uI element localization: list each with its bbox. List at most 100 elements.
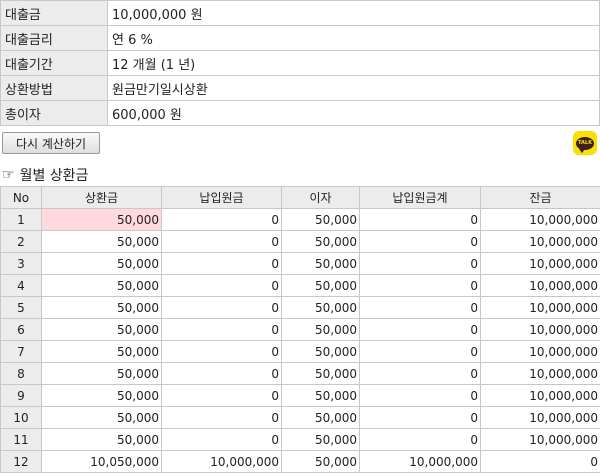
recalculate-button[interactable]: 다시 계산하기 [2,132,100,154]
balance-cell: 10,000,000 [480,230,600,253]
principal-paid-cell: 0 [161,274,282,297]
summary-row: 상환방법 원금만기일시상환 [0,75,600,101]
interest-cell: 50,000 [281,362,360,385]
payment-amount-cell: 50,000 [41,362,162,385]
row-number-cell: 8 [0,362,42,385]
principal-paid-cell: 0 [161,340,282,363]
table-row: 4 50,000 0 50,000 0 10,000,000 [0,274,600,297]
balance-cell: 10,000,000 [480,252,600,275]
balance-cell: 10,000,000 [480,406,600,429]
principal-total-cell: 0 [359,318,481,341]
principal-total-cell: 0 [359,428,481,451]
principal-paid-cell: 0 [161,428,282,451]
principal-total-cell: 0 [359,362,481,385]
summary-value: 600,000 원 [107,100,600,126]
pointing-hand-icon: ☞ [2,167,15,183]
payment-amount-cell: 50,000 [41,406,162,429]
repayment-schedule-table: No 상환금 납입원금 이자 납입원금계 잔금 1 50,000 0 50,000 0 10,000… [0,186,600,473]
summary-value: 원금만기일시상환 [107,75,600,101]
row-number-cell: 2 [0,230,42,253]
principal-paid-cell: 0 [161,208,282,231]
schedule-title: ☞ 월별 상환금 [2,165,88,185]
row-number-cell: 3 [0,252,42,275]
payment-amount-cell: 50,000 [41,384,162,407]
principal-total-cell: 0 [359,252,481,275]
interest-cell: 50,000 [281,252,360,275]
table-row: 6 50,000 0 50,000 0 10,000,000 [0,318,600,341]
principal-total-cell: 0 [359,340,481,363]
payment-amount-cell: 50,000 [41,230,162,253]
principal-total-cell: 0 [359,384,481,407]
principal-paid-cell: 10,000,000 [161,450,282,473]
principal-total-cell: 0 [359,406,481,429]
summary-value: 12 개월 (1 년) [107,50,600,76]
principal-paid-cell: 0 [161,318,282,341]
balance-cell: 10,000,000 [480,208,600,231]
table-row: 8 50,000 0 50,000 0 10,000,000 [0,362,600,385]
row-number-cell: 9 [0,384,42,407]
principal-paid-cell: 0 [161,406,282,429]
principal-total-cell: 0 [359,208,481,231]
row-number-cell: 6 [0,318,42,341]
payment-amount-cell: 10,050,000 [41,450,162,473]
kakaotalk-share-icon[interactable]: TALK [573,131,597,155]
summary-value: 연 6 % [107,25,600,51]
payment-amount-cell: 50,000 [41,252,162,275]
speech-bubble-icon: TALK [576,136,594,153]
row-number-cell: 10 [0,406,42,429]
row-number-cell: 5 [0,296,42,319]
interest-cell: 50,000 [281,230,360,253]
summary-row: 대출금 10,000,000 원 [0,0,600,26]
schedule-header-row: No 상환금 납입원금 이자 납입원금계 잔금 [0,186,600,209]
principal-paid-cell: 0 [161,252,282,275]
summary-label: 대출기간 [0,50,108,76]
interest-cell: 50,000 [281,318,360,341]
summary-row: 대출금리 연 6 % [0,25,600,51]
principal-paid-cell: 0 [161,384,282,407]
summary-label: 상환방법 [0,75,108,101]
row-number-cell: 11 [0,428,42,451]
payment-amount-cell: 50,000 [41,274,162,297]
balance-cell: 10,000,000 [480,296,600,319]
interest-cell: 50,000 [281,384,360,407]
summary-label: 대출금 [0,0,108,26]
summary-row: 대출기간 12 개월 (1 년) [0,50,600,76]
summary-row: 총이자 600,000 원 [0,100,600,126]
interest-cell: 50,000 [281,296,360,319]
interest-cell: 50,000 [281,428,360,451]
balance-cell: 10,000,000 [480,362,600,385]
payment-amount-cell: 50,000 [41,208,162,231]
payment-amount-cell: 50,000 [41,340,162,363]
column-header: 잔금 [480,186,600,209]
principal-total-cell: 0 [359,274,481,297]
principal-total-cell: 10,000,000 [359,450,481,473]
principal-paid-cell: 0 [161,230,282,253]
loan-summary-table: 대출금 10,000,000 원 대출금리 연 6 % 대출기간 12 개월 (1 년) 상… [0,0,600,126]
summary-label: 총이자 [0,100,108,126]
table-row: 7 50,000 0 50,000 0 10,000,000 [0,340,600,363]
balance-cell: 10,000,000 [480,384,600,407]
table-row: 5 50,000 0 50,000 0 10,000,000 [0,296,600,319]
balance-cell: 10,000,000 [480,340,600,363]
principal-total-cell: 0 [359,296,481,319]
balance-cell: 10,000,000 [480,274,600,297]
interest-cell: 50,000 [281,340,360,363]
interest-cell: 50,000 [281,450,360,473]
row-number-cell: 4 [0,274,42,297]
row-number-cell: 7 [0,340,42,363]
principal-paid-cell: 0 [161,362,282,385]
balance-cell: 10,000,000 [480,428,600,451]
table-row: 10 50,000 0 50,000 0 10,000,000 [0,406,600,429]
loan-summary-body: 대출금 10,000,000 원 대출금리 연 6 % 대출기간 12 개월 (1 년) 상… [0,0,600,126]
schedule-body: 1 50,000 0 50,000 0 10,000,000 2 50,000 0 50,000 0… [0,208,600,473]
interest-cell: 50,000 [281,208,360,231]
table-row: 2 50,000 0 50,000 0 10,000,000 [0,230,600,253]
table-row: 12 10,050,000 10,000,000 50,000 10,000,000 0 [0,450,600,473]
payment-amount-cell: 50,000 [41,318,162,341]
payment-amount-cell: 50,000 [41,428,162,451]
column-header: No [0,186,42,209]
schedule-title-text: 월별 상환금 [19,168,89,184]
principal-total-cell: 0 [359,230,481,253]
row-number-cell: 12 [0,450,42,473]
column-header: 상환금 [41,186,162,209]
